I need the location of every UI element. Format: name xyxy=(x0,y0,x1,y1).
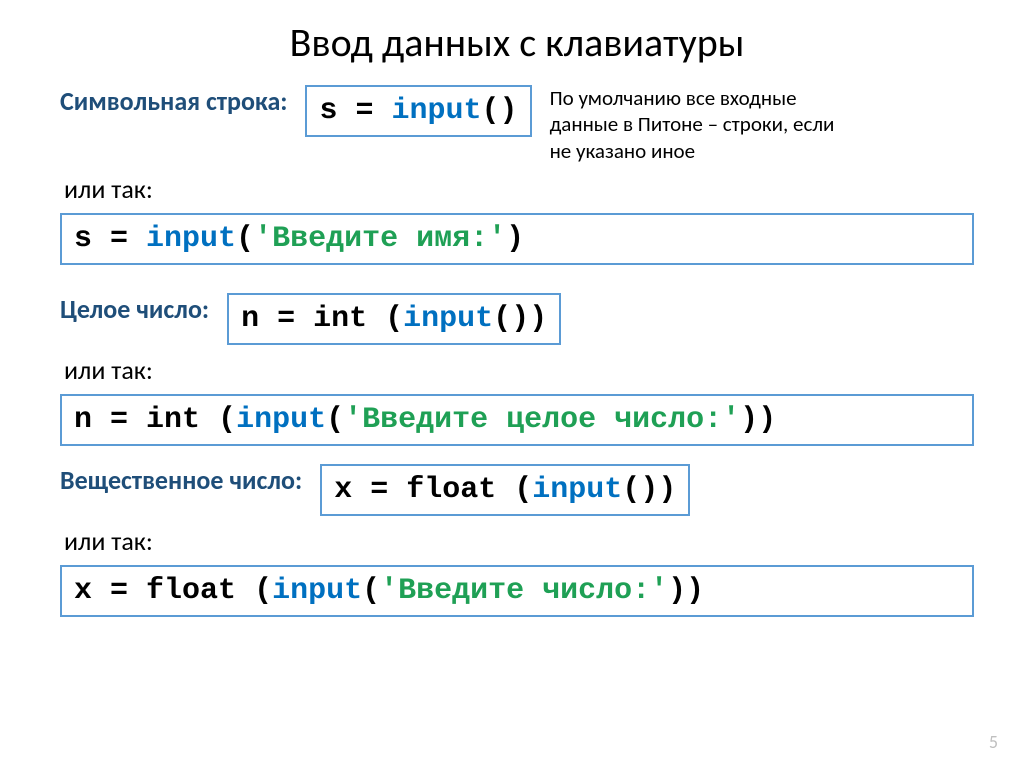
code-token: ( xyxy=(622,473,640,507)
code-token: = xyxy=(338,94,392,128)
code-int-prompt: n = int (input('Введите целое число:')) xyxy=(60,394,974,446)
string-row-1: Символьная строка: s = input() По умолча… xyxy=(60,85,974,164)
code-token: ) xyxy=(500,94,518,128)
int-row-1: Целое число: n = int (input()) xyxy=(60,293,974,345)
code-token: = xyxy=(352,473,406,507)
or-label-1: или так: xyxy=(64,174,974,205)
code-token: input xyxy=(403,302,493,336)
code-token: ( xyxy=(254,574,272,608)
code-token: ( xyxy=(482,94,500,128)
code-token: ) xyxy=(758,403,776,437)
code-token: s xyxy=(319,94,337,128)
code-token: ) xyxy=(668,574,686,608)
code-token: ) xyxy=(658,473,676,507)
code-token: = xyxy=(92,222,146,256)
label-int: Целое число: xyxy=(60,293,209,327)
code-token: x xyxy=(334,473,352,507)
code-token: input xyxy=(392,94,482,128)
code-token: float xyxy=(146,574,254,608)
code-token: s xyxy=(74,222,92,256)
code-token: ) xyxy=(511,302,529,336)
or-label-3: или так: xyxy=(64,526,974,557)
label-string: Символьная строка: xyxy=(60,85,287,119)
code-token: input xyxy=(146,222,236,256)
code-token: = xyxy=(92,403,146,437)
code-string-basic: s = input() xyxy=(305,85,531,137)
code-token: ( xyxy=(236,222,254,256)
code-token: n xyxy=(241,302,259,336)
code-token: n xyxy=(74,403,92,437)
code-token: float xyxy=(406,473,514,507)
or-label-2: или так: xyxy=(64,355,974,386)
code-token: ( xyxy=(385,302,403,336)
code-token: 'Введите имя:' xyxy=(254,222,506,256)
code-token: ( xyxy=(362,574,380,608)
code-token: input xyxy=(236,403,326,437)
code-token: ) xyxy=(529,302,547,336)
page-number: 5 xyxy=(989,731,998,753)
code-string-prompt: s = input('Введите имя:') xyxy=(60,213,974,265)
code-token: ( xyxy=(514,473,532,507)
code-token: ) xyxy=(640,473,658,507)
code-token: ) xyxy=(686,574,704,608)
slide-content: Ввод данных с клавиатуры Символьная стро… xyxy=(0,0,1024,617)
code-token: int xyxy=(146,403,218,437)
code-token: input xyxy=(532,473,622,507)
code-token: int xyxy=(313,302,385,336)
code-token: ( xyxy=(326,403,344,437)
code-token: 'Введите число:' xyxy=(380,574,668,608)
code-token: = xyxy=(92,574,146,608)
code-token: x xyxy=(74,574,92,608)
code-token: ( xyxy=(493,302,511,336)
code-token: ( xyxy=(218,403,236,437)
code-token: ) xyxy=(740,403,758,437)
float-row-1: Вещественное число: x = float (input()) xyxy=(60,464,974,516)
code-float-basic: x = float (input()) xyxy=(320,464,690,516)
code-token: = xyxy=(259,302,313,336)
slide-title: Ввод данных с клавиатуры xyxy=(60,18,974,67)
note-default-string: По умолчанию все входные данные в Питоне… xyxy=(550,85,860,164)
code-int-basic: n = int (input()) xyxy=(227,293,561,345)
code-token: 'Введите целое число:' xyxy=(344,403,740,437)
code-float-prompt: x = float (input('Введите число:')) xyxy=(60,565,974,617)
label-float: Вещественное число: xyxy=(60,464,302,498)
code-token: input xyxy=(272,574,362,608)
code-token: ) xyxy=(506,222,524,256)
